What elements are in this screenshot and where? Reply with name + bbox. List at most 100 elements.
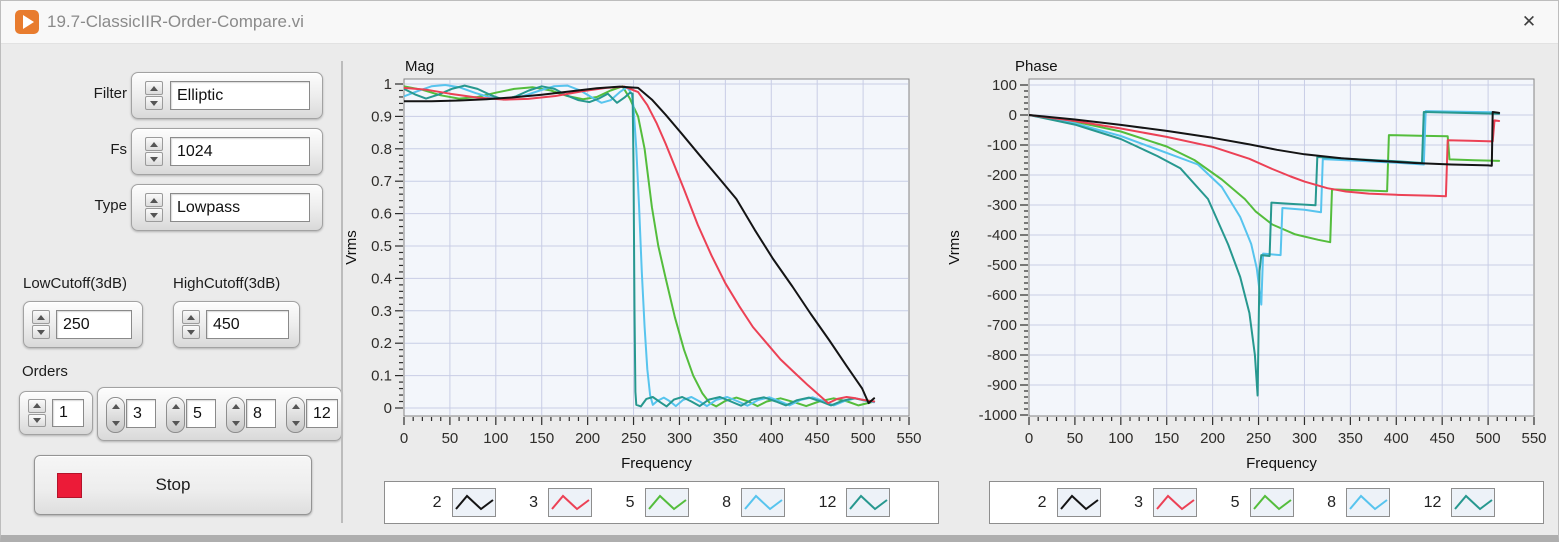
spin-down-icon[interactable]	[145, 96, 163, 110]
spin-down-icon[interactable]	[182, 325, 200, 339]
legend-swatch[interactable]	[1057, 488, 1101, 517]
legend-item: 2	[1038, 488, 1101, 517]
legend-item: 8	[722, 488, 785, 517]
spin-up-icon[interactable]	[145, 137, 163, 151]
mag-graph: 05010015020025030035040045050055000.10.2…	[334, 51, 954, 481]
y-tick-label: -300	[987, 197, 1017, 214]
legend-line	[552, 496, 589, 509]
orders-array-control: 3 5 8 12	[97, 387, 342, 441]
legend-swatch[interactable]	[1451, 488, 1495, 517]
high-cutoff-control: 450	[173, 301, 300, 348]
x-tick-label: 250	[621, 430, 646, 447]
filter-spinner[interactable]	[145, 81, 163, 110]
y-tick-label: 0.7	[371, 173, 392, 190]
type-control: Lowpass	[131, 184, 323, 231]
y-tick-label: -600	[987, 287, 1017, 304]
legend-line-icon	[1058, 489, 1100, 516]
orders-0-spinner[interactable]	[106, 397, 125, 433]
legend-label: 5	[626, 494, 635, 512]
orders-index-field[interactable]: 1	[52, 399, 84, 427]
y-tick-label: 0.1	[371, 368, 392, 385]
y-tick-label: 0	[384, 400, 392, 417]
low-cutoff-field[interactable]: 250	[56, 310, 132, 339]
x-tick-label: 350	[713, 430, 738, 447]
x-tick-label: 200	[575, 430, 600, 447]
legend-line	[1350, 496, 1387, 509]
legend-line-icon	[646, 489, 688, 516]
orders-0-field[interactable]: 3	[126, 399, 156, 428]
x-tick-label: 100	[483, 430, 508, 447]
spin-down-icon[interactable]	[32, 325, 50, 339]
fs-value-field[interactable]: 1024	[170, 137, 310, 166]
phase-legend: 235812	[989, 481, 1544, 524]
y-tick-label: -400	[987, 227, 1017, 244]
orders-2-field[interactable]: 8	[246, 399, 276, 428]
legend-swatch[interactable]	[741, 488, 785, 517]
stop-button[interactable]: Stop	[34, 455, 312, 515]
legend-item: 12	[1424, 488, 1496, 517]
spin-up-icon[interactable]	[32, 310, 50, 324]
spin-up-icon[interactable]	[145, 193, 163, 207]
spin-up-icon[interactable]	[28, 399, 46, 413]
y-tick-label: -500	[987, 257, 1017, 274]
spin-down-icon[interactable]	[28, 414, 46, 428]
mag-legend: 235812	[384, 481, 939, 524]
y-tick-label: 0.9	[371, 108, 392, 125]
legend-swatch[interactable]	[1346, 488, 1390, 517]
legend-line-icon	[847, 489, 889, 516]
legend-item: 5	[1231, 488, 1294, 517]
legend-swatch[interactable]	[548, 488, 592, 517]
y-tick-label: 0.6	[371, 206, 392, 223]
spin-up-icon[interactable]	[145, 81, 163, 95]
legend-line	[649, 496, 686, 509]
legend-swatch[interactable]	[645, 488, 689, 517]
spin-down-icon[interactable]	[145, 152, 163, 166]
high-cutoff-spinner[interactable]	[182, 310, 200, 339]
legend-swatch[interactable]	[1250, 488, 1294, 517]
type-spinner[interactable]	[145, 193, 163, 222]
orders-3-spinner[interactable]	[286, 397, 305, 433]
legend-item: 5	[626, 488, 689, 517]
y-tick-label: 0.5	[371, 238, 392, 255]
legend-swatch[interactable]	[1153, 488, 1197, 517]
spin-down-icon[interactable]	[145, 208, 163, 222]
type-value-field[interactable]: Lowpass	[170, 193, 310, 222]
filter-value-field[interactable]: Elliptic	[170, 81, 310, 110]
orders-index-spinner[interactable]	[28, 399, 46, 427]
y-tick-label: 0.8	[371, 141, 392, 158]
low-cutoff-spinner[interactable]	[32, 310, 50, 339]
legend-item: 8	[1327, 488, 1390, 517]
plot-area	[404, 79, 909, 416]
y-tick-label: 0.3	[371, 303, 392, 320]
legend-swatch[interactable]	[452, 488, 496, 517]
close-icon[interactable]: ✕	[1508, 1, 1550, 43]
legend-label: 3	[529, 494, 538, 512]
orders-1-spinner[interactable]	[166, 397, 185, 433]
fs-label: Fs	[61, 141, 127, 158]
x-tick-label: 400	[1384, 430, 1409, 447]
legend-line-icon	[453, 489, 495, 516]
play-triangle-icon	[23, 15, 34, 29]
legend-label: 2	[1038, 494, 1047, 512]
legend-label: 8	[1327, 494, 1336, 512]
high-cutoff-field[interactable]: 450	[206, 310, 289, 339]
x-tick-label: 200	[1200, 430, 1225, 447]
y-tick-label: -1000	[979, 407, 1017, 424]
orders-1-field[interactable]: 5	[186, 399, 216, 428]
orders-index-control: 1	[19, 391, 93, 435]
fs-control: 1024	[131, 128, 323, 175]
spin-up-icon[interactable]	[182, 310, 200, 324]
y-tick-label: 1	[384, 76, 392, 93]
legend-item: 12	[819, 488, 891, 517]
legend-swatch[interactable]	[846, 488, 890, 517]
x-tick-label: 450	[805, 430, 830, 447]
x-tick-label: 0	[400, 430, 408, 447]
orders-2-spinner[interactable]	[226, 397, 245, 433]
phase-graph: 050100150200250300350400450500550-1000-9…	[949, 51, 1559, 481]
legend-label: 5	[1231, 494, 1240, 512]
legend-line	[850, 496, 887, 509]
fs-spinner[interactable]	[145, 137, 163, 166]
filter-label: Filter	[61, 85, 127, 102]
filter-control: Elliptic	[131, 72, 323, 119]
x-tick-label: 250	[1246, 430, 1271, 447]
